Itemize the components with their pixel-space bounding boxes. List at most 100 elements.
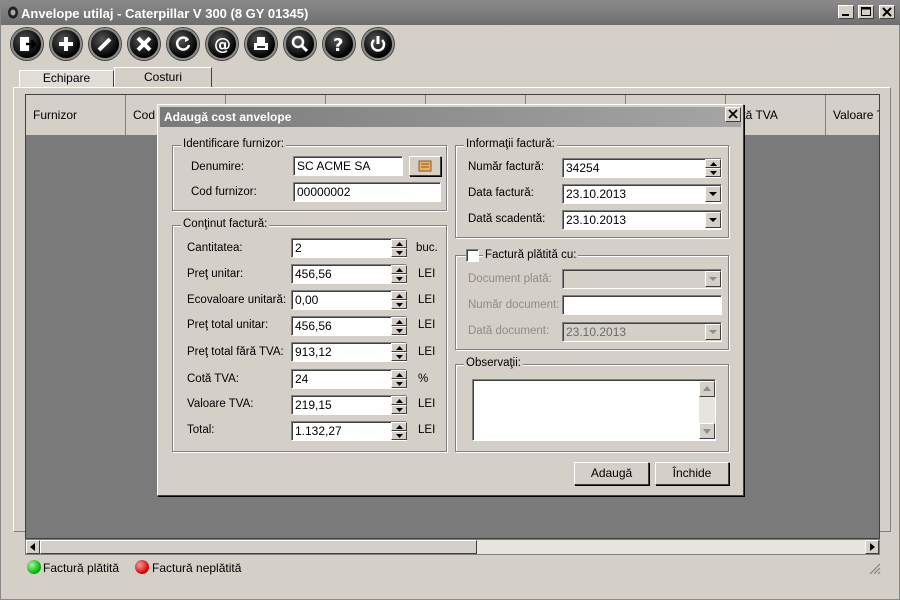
supplier-code-field[interactable] [293,182,441,202]
dialog-close-button[interactable] [725,107,741,122]
arrow-right-icon [870,543,875,551]
paid-with-group: Factură plătită cu: Document plată: Numă… [455,249,729,350]
spin-down-icon [396,329,403,333]
payment-doc-date-label: Dată document: [468,325,550,337]
help-button[interactable]: ? [323,28,355,60]
edit-button[interactable] [89,28,121,60]
eco-value-field[interactable] [291,290,407,310]
invoice-info-group: Informaţii factură: Număr factură: Data … [455,138,729,238]
column-valoare-total[interactable]: Valoare T [826,95,879,135]
resize-grip-icon[interactable] [869,563,881,575]
invoice-number-field[interactable] [562,158,722,178]
spin-up-icon [396,294,403,298]
refresh-button[interactable] [167,28,199,60]
svg-text:?: ? [333,35,343,53]
spin-down-icon [396,303,403,307]
delete-button[interactable] [128,28,160,60]
quantity-label: Cantitatea: [187,242,243,254]
payment-doc-date-field[interactable] [562,322,722,342]
total-without-vat-field[interactable] [291,342,407,362]
payment-doc-type-select[interactable] [562,269,722,289]
unit-price-spinner[interactable] [391,265,407,283]
invoice-date-dropdown[interactable] [705,186,721,202]
add-button[interactable] [50,28,82,60]
payment-doc-number-field[interactable] [562,295,722,315]
email-button[interactable]: @ [206,28,238,60]
print-button[interactable] [245,28,277,60]
notes-group: Observaţii: [455,357,729,452]
invoice-date-field[interactable] [562,184,722,204]
arrow-up-icon [703,386,711,391]
invoice-number-spinner[interactable] [705,159,721,177]
app-icon [8,6,18,19]
spin-down-icon [396,382,403,386]
window-title: Anvelope utilaj - Caterpillar V 300 (8 G… [21,6,309,21]
vat-value-unit: LEI [418,398,436,410]
column-furnizor[interactable]: Furnizor [26,95,126,135]
unit-price-unit: LEI [418,268,436,280]
vat-rate-field[interactable] [291,369,407,389]
minimize-button[interactable] [837,5,854,19]
total-unit-price-field[interactable] [291,316,407,336]
scroll-left-button[interactable] [26,540,40,554]
supplier-legend: Identificare furnizor: [181,138,286,150]
payment-doc-type-label: Document plată: [468,273,552,285]
spin-down-icon [396,355,403,359]
paid-checkbox-label[interactable]: Factură plătită cu: [483,249,579,261]
power-button[interactable] [362,28,394,60]
horizontal-scrollbar[interactable] [25,539,880,555]
tab-costuri[interactable]: Costuri [114,67,212,87]
total-field[interactable] [291,421,407,441]
maximize-button[interactable] [858,5,875,19]
svg-text:@: @ [214,35,231,53]
edit-icon [97,37,112,52]
paid-checkbox[interactable] [466,249,479,262]
spin-down-icon [396,251,403,255]
notes-textarea[interactable] [472,379,716,441]
spin-up-icon [396,373,403,377]
notes-scrollbar[interactable] [699,381,715,439]
payment-doc-type-dropdown[interactable] [705,271,721,287]
spin-up-icon [396,242,403,246]
scroll-right-button[interactable] [865,540,879,554]
list-icon [418,160,432,172]
main-window: Anvelope utilaj - Caterpillar V 300 (8 G… [0,0,900,600]
vat-rate-label: Cotă TVA: [187,373,239,385]
chevron-down-icon [709,277,717,281]
add-button-dialog[interactable]: Adaugă [574,462,649,485]
close-button-dialog[interactable]: Închide [655,462,729,485]
unit-price-field[interactable] [291,264,407,284]
total-unit-price-spinner[interactable] [391,317,407,335]
due-date-field[interactable] [562,210,722,230]
supplier-lookup-button[interactable] [409,156,441,176]
quantity-spinner[interactable] [391,239,407,257]
vat-value-spinner[interactable] [391,396,407,414]
total-spinner[interactable] [391,422,407,440]
power-icon [370,36,386,52]
notes-scroll-up-button[interactable] [699,381,715,397]
quantity-field[interactable] [291,238,407,258]
scroll-thumb[interactable] [40,540,477,554]
print-icon [254,37,268,50]
red-dot-icon [135,560,149,574]
total-unit-price-label: Preţ total unitar: [187,319,269,331]
vat-value-field[interactable] [291,395,407,415]
search-button[interactable] [284,28,316,60]
invoice-content-legend: Conţinut factură: [181,218,270,230]
invoice-content-group: Conţinut factură: Cantitatea: buc. Preţ … [172,218,447,452]
spin-down-icon [710,171,717,175]
eco-value-spinner[interactable] [391,291,407,309]
eco-value-label: Ecovaloare unitară: [187,294,287,306]
notes-scroll-down-button[interactable] [699,423,715,439]
close-window-button[interactable] [879,5,895,19]
due-date-dropdown[interactable] [705,212,721,228]
legend-unpaid-label: Factură neplătită [152,561,242,575]
supplier-name-field[interactable] [293,156,403,176]
exit-button[interactable] [11,28,43,60]
vat-rate-spinner[interactable] [391,370,407,388]
payment-doc-date-dropdown[interactable] [705,324,721,340]
notes-legend: Observaţii: [464,357,523,369]
tab-echipare[interactable]: Echipare [19,70,114,87]
supplier-name-label: Denumire: [191,161,245,173]
total-without-vat-spinner[interactable] [391,343,407,361]
